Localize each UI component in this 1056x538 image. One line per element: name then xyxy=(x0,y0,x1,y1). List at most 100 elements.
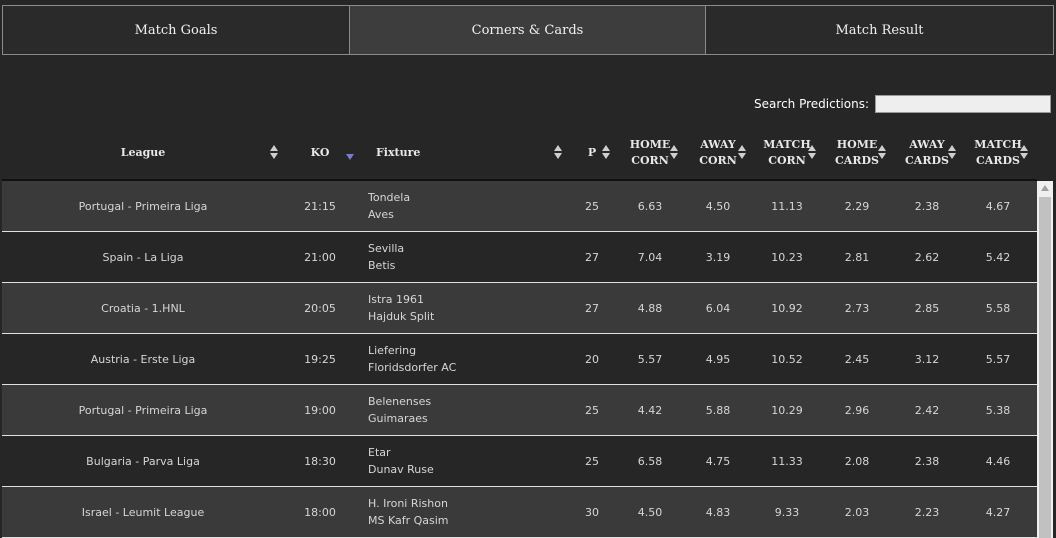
league-cell: Israel - Leumit League xyxy=(81,505,205,519)
home-cards-cell: 2.45 xyxy=(844,352,870,366)
scroll-up-arrow-icon[interactable] xyxy=(1041,185,1049,191)
match-cards-cell: 5.57 xyxy=(985,352,1011,366)
column-header-label: AWAY CORN xyxy=(699,138,737,167)
search-input[interactable] xyxy=(875,95,1051,113)
p-cell: 27 xyxy=(585,301,599,315)
table-header: League KO Fixture P HOME CORN AWAY CORN MA… xyxy=(2,127,1037,181)
column-header-label: HOME CARDS xyxy=(835,138,879,167)
tab-match-result[interactable]: Match Result xyxy=(706,5,1054,55)
column-header-label: Fixture xyxy=(376,146,421,159)
home-team: H. Ironi Rishon xyxy=(368,497,448,510)
scrollbar-thumb[interactable] xyxy=(1039,197,1051,538)
away-team: Floridsdorfer AC xyxy=(368,361,457,374)
tab-bar: Match Goals Corners & Cards Match Result xyxy=(2,5,1054,55)
away-corn-cell: 3.19 xyxy=(705,250,731,264)
column-header-away-cards[interactable]: AWAY CARDS xyxy=(892,127,962,179)
away-corn-cell: 6.04 xyxy=(705,301,731,315)
column-header-league[interactable]: League xyxy=(2,127,284,179)
vertical-scrollbar[interactable] xyxy=(1037,181,1053,538)
sort-icon xyxy=(738,144,746,160)
ko-cell: 21:00 xyxy=(304,250,336,264)
home-cards-cell: 2.96 xyxy=(844,403,870,417)
home-team: Istra 1961 xyxy=(368,293,425,306)
predictions-table: League KO Fixture P HOME CORN AWAY CORN MA… xyxy=(2,127,1053,538)
table-row[interactable]: Spain - La Liga 21:00 Sevilla Betis 27 7… xyxy=(2,232,1037,283)
home-corn-cell: 4.42 xyxy=(637,403,663,417)
away-cards-cell: 3.12 xyxy=(914,352,940,366)
away-cards-cell: 2.42 xyxy=(914,403,940,417)
home-cards-cell: 2.29 xyxy=(844,199,870,213)
column-header-label: HOME CORN xyxy=(629,138,671,167)
ko-cell: 18:30 xyxy=(304,454,336,468)
away-corn-cell: 5.88 xyxy=(705,403,731,417)
away-team: Guimaraes xyxy=(368,412,428,425)
league-cell: Bulgaria - Parva Liga xyxy=(86,454,200,468)
home-corn-cell: 6.63 xyxy=(637,199,663,213)
table-row[interactable]: Bulgaria - Parva Liga 18:30 Etar Dunav R… xyxy=(2,436,1037,487)
home-cards-cell: 2.08 xyxy=(844,454,870,468)
column-header-home-corn[interactable]: HOME CORN xyxy=(616,127,684,179)
sort-icon xyxy=(270,144,278,160)
tab-corners-cards[interactable]: Corners & Cards xyxy=(350,5,706,55)
search-row: Search Predictions: xyxy=(754,95,1051,113)
away-cards-cell: 2.38 xyxy=(914,454,940,468)
league-cell: Portugal - Primeira Liga xyxy=(78,199,208,213)
match-corn-cell: 11.13 xyxy=(771,199,803,213)
match-cards-cell: 5.42 xyxy=(985,250,1011,264)
away-corn-cell: 4.50 xyxy=(705,199,731,213)
column-header-fixture[interactable]: Fixture xyxy=(368,127,580,179)
home-corn-cell: 5.57 xyxy=(637,352,663,366)
tab-match-goals[interactable]: Match Goals xyxy=(2,5,350,55)
sort-icon xyxy=(554,144,562,160)
column-header-match-corn[interactable]: MATCH CORN xyxy=(752,127,822,179)
column-header-label: P xyxy=(587,146,597,159)
column-header-away-corn[interactable]: AWAY CORN xyxy=(684,127,752,179)
sort-desc-icon xyxy=(346,147,354,163)
home-cards-cell: 2.81 xyxy=(844,250,870,264)
home-team: Sevilla xyxy=(368,242,405,255)
sort-icon xyxy=(878,144,886,160)
table-row[interactable]: Israel - Leumit League 18:00 H. Ironi Ri… xyxy=(2,487,1037,538)
match-corn-cell: 11.33 xyxy=(771,454,803,468)
p-cell: 25 xyxy=(585,454,599,468)
league-cell: Portugal - Primeira Liga xyxy=(78,403,208,417)
table-row[interactable]: Austria - Erste Liga 19:25 Liefering Flo… xyxy=(2,334,1037,385)
column-header-match-cards[interactable]: MATCH CARDS xyxy=(962,127,1034,179)
table-row[interactable]: Portugal - Primeira Liga 21:15 Tondela A… xyxy=(2,181,1037,232)
fixture-cell: Sevilla Betis xyxy=(368,232,580,282)
away-cards-cell: 2.62 xyxy=(914,250,940,264)
league-cell: Spain - La Liga xyxy=(102,250,184,264)
home-team: Belenenses xyxy=(368,395,432,408)
home-team: Liefering xyxy=(368,344,417,357)
match-cards-cell: 5.58 xyxy=(985,301,1011,315)
match-cards-cell: 5.38 xyxy=(985,403,1011,417)
home-cards-cell: 2.03 xyxy=(844,505,870,519)
column-header-home-cards[interactable]: HOME CARDS xyxy=(822,127,892,179)
column-header-p[interactable]: P xyxy=(568,127,616,179)
away-cards-cell: 2.23 xyxy=(914,505,940,519)
away-team: Dunav Ruse xyxy=(368,463,434,476)
column-header-ko[interactable]: KO xyxy=(284,127,356,179)
ko-cell: 18:00 xyxy=(304,505,336,519)
column-header-label: MATCH CORN xyxy=(763,138,811,167)
table-row[interactable]: Portugal - Primeira Liga 19:00 Belenense… xyxy=(2,385,1037,436)
ko-cell: 20:05 xyxy=(304,301,336,315)
match-cards-cell: 4.27 xyxy=(985,505,1011,519)
table-body: Portugal - Primeira Liga 21:15 Tondela A… xyxy=(2,181,1037,538)
column-header-label: MATCH CARDS xyxy=(974,138,1022,167)
home-team: Etar xyxy=(368,446,391,459)
p-cell: 20 xyxy=(585,352,599,366)
league-cell: Austria - Erste Liga xyxy=(90,352,196,366)
column-header-label: KO xyxy=(310,146,330,159)
fixture-cell: Istra 1961 Hajduk Split xyxy=(368,283,580,333)
away-corn-cell: 4.95 xyxy=(705,352,731,366)
league-cell: Croatia - 1.HNL xyxy=(101,301,185,315)
fixture-cell: Tondela Aves xyxy=(368,181,580,231)
match-corn-cell: 10.29 xyxy=(771,403,803,417)
match-cards-cell: 4.67 xyxy=(985,199,1011,213)
home-corn-cell: 6.58 xyxy=(637,454,663,468)
match-corn-cell: 10.23 xyxy=(771,250,803,264)
fixture-cell: Liefering Floridsdorfer AC xyxy=(368,334,580,384)
match-cards-cell: 4.46 xyxy=(985,454,1011,468)
table-row[interactable]: Croatia - 1.HNL 20:05 Istra 1961 Hajduk … xyxy=(2,283,1037,334)
